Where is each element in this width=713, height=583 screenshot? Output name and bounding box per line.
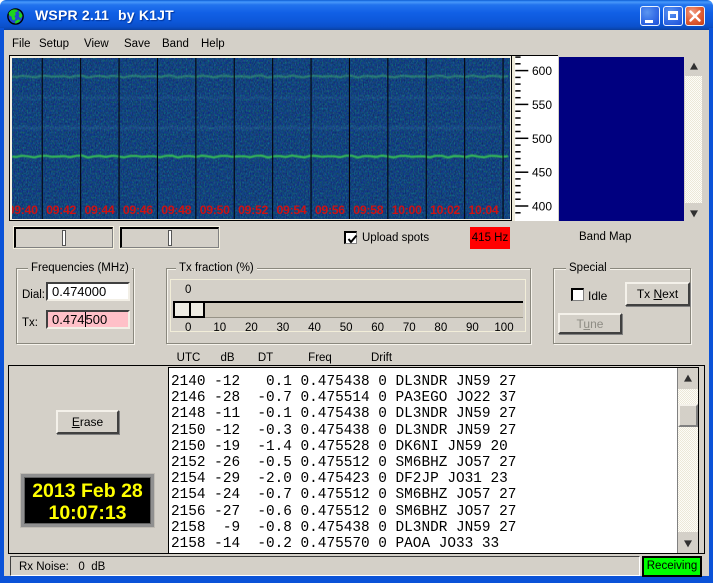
svg-text:600: 600 (532, 64, 552, 78)
svg-text:400: 400 (532, 200, 552, 214)
svg-text:450: 450 (532, 166, 552, 180)
svg-text:550: 550 (532, 98, 552, 112)
svg-text:500: 500 (532, 132, 552, 146)
